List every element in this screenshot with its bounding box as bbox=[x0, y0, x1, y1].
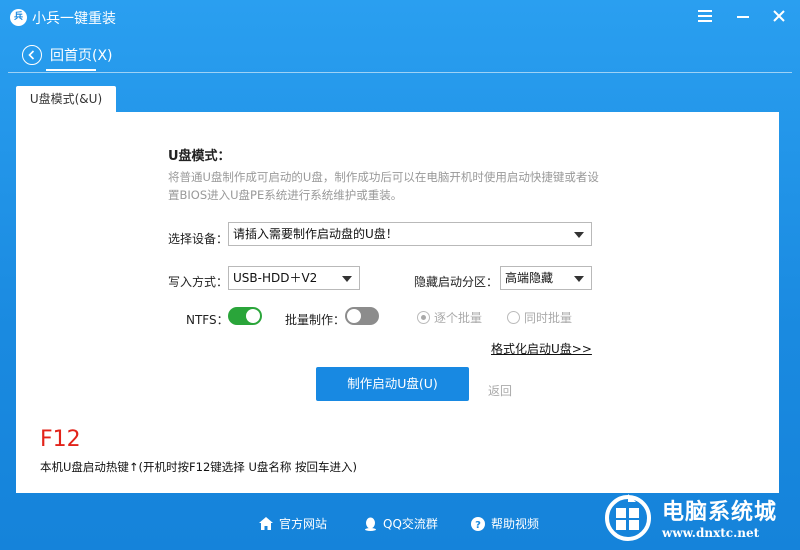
back-arrow-icon bbox=[22, 45, 42, 65]
chevron-down-icon bbox=[342, 276, 352, 282]
make-boot-usb-button[interactable]: 制作启动U盘(U) bbox=[316, 367, 469, 401]
footer-help-video-label: 帮助视频 bbox=[491, 517, 540, 531]
close-icon[interactable] bbox=[767, 5, 791, 27]
app-title: 小兵一键重装 bbox=[32, 11, 116, 27]
radio-button-icon bbox=[507, 311, 520, 324]
minimize-icon[interactable] bbox=[731, 5, 755, 27]
watermark-logo-icon bbox=[605, 494, 651, 541]
back-link[interactable]: 返回 bbox=[488, 382, 512, 399]
chevron-down-icon bbox=[574, 232, 584, 238]
footer-official-site[interactable]: 官方网站 bbox=[259, 515, 327, 532]
device-select[interactable]: 请插入需要制作启动盘的U盘！ bbox=[228, 222, 592, 246]
app-window: 兵 小兵一键重装 回首页(X) U盘模式(&U) U盘模式： 将普通U盘制作成可… bbox=[0, 0, 800, 550]
hidden-partition-label: 隐藏启动分区： bbox=[414, 275, 499, 289]
help-icon: ? bbox=[471, 516, 485, 531]
write-mode-select[interactable]: USB-HDD＋V2 bbox=[228, 266, 360, 290]
hotkey-value: F12 bbox=[40, 427, 81, 452]
footer-qq-group-label: QQ交流群 bbox=[383, 517, 438, 531]
app-logo-icon: 兵 bbox=[10, 9, 27, 26]
divider bbox=[8, 72, 792, 73]
hidden-partition-value: 高端隐藏 bbox=[505, 271, 554, 285]
back-home-button[interactable]: 回首页(X) bbox=[22, 44, 113, 66]
back-home-label: 回首页(X) bbox=[50, 48, 113, 64]
ntfs-toggle[interactable] bbox=[228, 307, 262, 325]
radio-simultaneous-label: 同时批量 bbox=[524, 311, 573, 325]
watermark-title: 电脑系统城 bbox=[662, 500, 778, 525]
home-icon bbox=[259, 517, 273, 530]
hidden-partition-select[interactable]: 高端隐藏 bbox=[500, 266, 592, 290]
radio-simultaneous[interactable]: 同时批量 bbox=[507, 309, 572, 326]
ntfs-label: NTFS： bbox=[186, 313, 229, 327]
radio-one-by-one-label: 逐个批量 bbox=[434, 311, 483, 325]
footer-help-video[interactable]: ? 帮助视频 bbox=[471, 515, 539, 532]
menu-icon[interactable] bbox=[693, 5, 717, 27]
write-mode-value: USB-HDD＋V2 bbox=[233, 271, 318, 285]
device-select-value: 请插入需要制作启动盘的U盘！ bbox=[233, 227, 398, 241]
title-bar: 兵 小兵一键重装 bbox=[0, 0, 800, 34]
write-mode-label: 写入方式： bbox=[168, 275, 229, 289]
svg-text:?: ? bbox=[475, 520, 481, 531]
back-underline bbox=[46, 69, 96, 71]
format-usb-link[interactable]: 格式化启动U盘>> bbox=[491, 340, 592, 357]
section-description: 将普通U盘制作成可启动的U盘，制作成功后可以在电脑开机时使用启动快捷键或者设置B… bbox=[168, 170, 599, 202]
qq-icon bbox=[365, 517, 376, 531]
tab-usb-mode[interactable]: U盘模式(&U) bbox=[16, 86, 116, 112]
chevron-down-icon bbox=[574, 276, 584, 282]
radio-one-by-one[interactable]: 逐个批量 bbox=[417, 309, 482, 326]
section-title: U盘模式： bbox=[168, 149, 231, 164]
batch-label: 批量制作： bbox=[285, 313, 346, 327]
footer-qq-group[interactable]: QQ交流群 bbox=[364, 515, 438, 532]
footer-official-site-label: 官方网站 bbox=[279, 517, 328, 531]
radio-button-icon bbox=[417, 311, 430, 324]
batch-toggle[interactable] bbox=[345, 307, 379, 325]
hotkey-description: 本机U盘启动热键↑(开机时按F12键选择 U盘名称 按回车进入) bbox=[40, 460, 357, 474]
watermark-url: www.dnxtc.net bbox=[662, 526, 760, 540]
device-label: 选择设备： bbox=[168, 232, 229, 246]
